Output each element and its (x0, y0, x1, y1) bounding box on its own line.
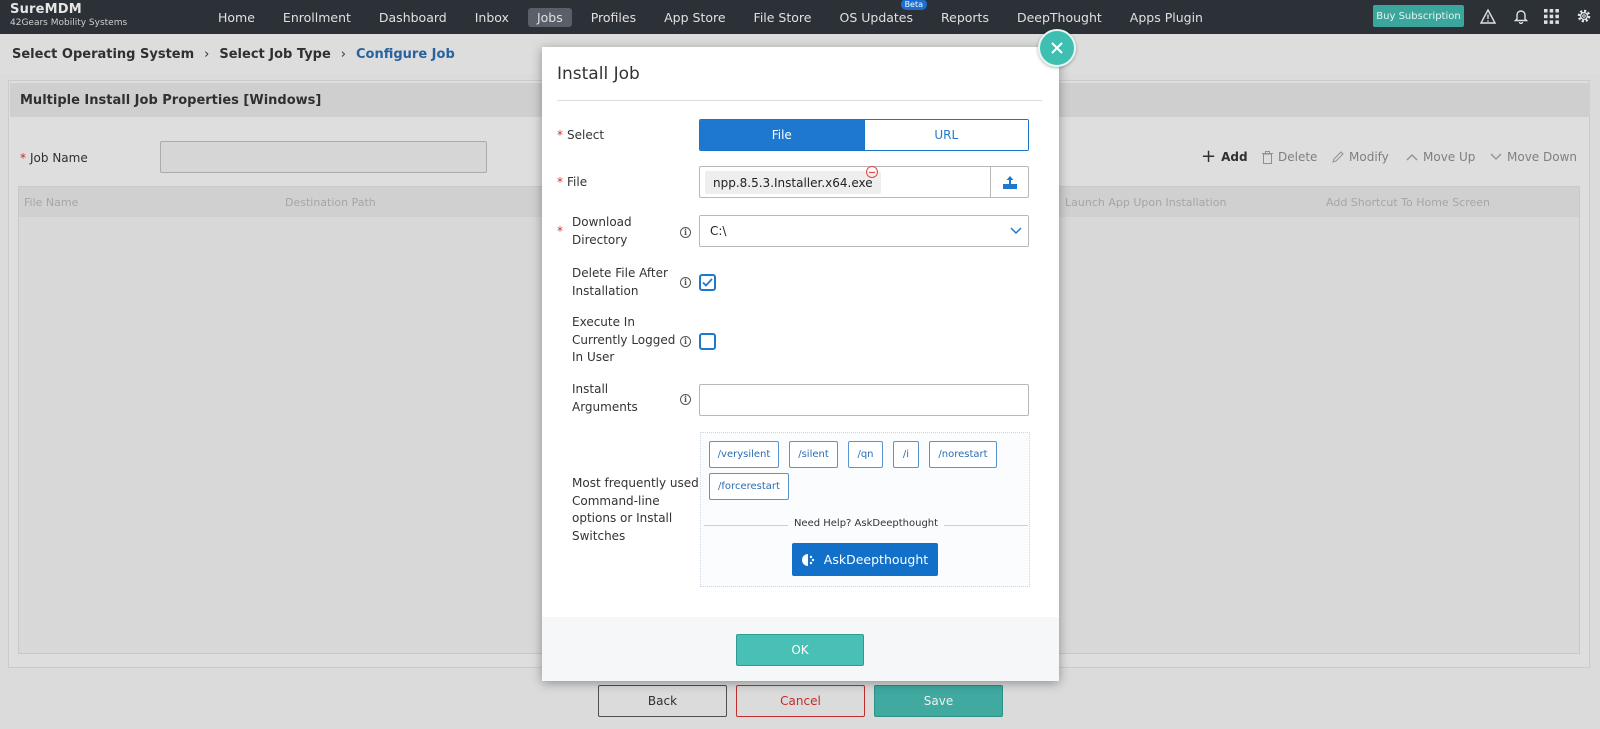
download-directory-label-line1: Download (572, 215, 632, 229)
execute-logged-user-label: Execute In Currently Logged In User (572, 314, 675, 367)
info-icon[interactable]: i (680, 394, 691, 405)
nav-apps-plugin[interactable]: Apps Plugin (1130, 8, 1203, 27)
switch-qn[interactable]: /qn (848, 441, 883, 468)
execute-logged-user-checkbox[interactable] (699, 333, 716, 350)
ask-deepthought-button[interactable]: AskDeepthought (792, 543, 938, 576)
info-icon[interactable]: i (680, 227, 691, 238)
nav-jobs[interactable]: Jobs (527, 7, 572, 27)
main-nav: Home Enrollment Dashboard Inbox Jobs Pro… (218, 0, 1231, 34)
required-marker: * (557, 175, 563, 189)
switch-silent[interactable]: /silent (789, 441, 838, 468)
bell-icon[interactable] (1511, 6, 1531, 26)
install-arguments-label-line1: Install (572, 382, 609, 396)
nav-os-updates[interactable]: OS Updates Beta (839, 0, 928, 27)
beta-badge: Beta (900, 0, 928, 10)
nav-profiles[interactable]: Profiles (591, 8, 636, 27)
help-text-label: Need Help? AskDeepthought (787, 518, 945, 529)
nav-dashboard[interactable]: Dashboard (379, 8, 447, 27)
execute-label-line3: In User (572, 350, 615, 364)
delete-file-label-line2: Installation (572, 283, 639, 298)
url-option-button[interactable]: URL (863, 120, 1028, 150)
delete-file-checkbox[interactable] (699, 274, 716, 291)
switches-label-line2: Command-line (572, 493, 660, 508)
checkmark-icon (702, 278, 713, 287)
install-switches-panel: /verysilent /silent /qn /i /norestart /f… (700, 432, 1030, 587)
warning-icon[interactable] (1478, 6, 1498, 26)
execute-label-line2: Currently Logged (572, 332, 676, 347)
source-type-toggle: File URL (699, 119, 1029, 151)
upload-button[interactable] (990, 167, 1028, 197)
info-icon[interactable]: i (680, 336, 691, 347)
switch-i[interactable]: /i (893, 441, 919, 468)
info-icon[interactable]: i (680, 277, 691, 288)
install-arguments-label-line2: Arguments (572, 399, 638, 414)
install-arguments-label: Install Arguments (572, 381, 638, 416)
download-directory-select[interactable]: C:\ (699, 215, 1029, 247)
help-text: Need Help? AskDeepthought (701, 518, 1031, 529)
nav-enrollment[interactable]: Enrollment (283, 8, 351, 27)
top-navigation-bar: SureMDM 42Gears Mobility Systems Home En… (0, 0, 1600, 34)
file-name: npp.8.5.3.Installer.x64.exe (713, 175, 873, 190)
chevron-down-icon (1004, 216, 1028, 246)
remove-file-icon[interactable] (866, 166, 878, 178)
ask-deepthought-label: AskDeepthought (823, 552, 929, 567)
buy-subscription-button[interactable]: Buy Subscription (1373, 5, 1464, 27)
file-field: npp.8.5.3.Installer.x64.exe (699, 166, 1029, 198)
dialog-title: Install Job (557, 64, 640, 84)
nav-os-updates-label: OS Updates (839, 9, 914, 25)
selected-file-chip: npp.8.5.3.Installer.x64.exe (705, 171, 881, 194)
dialog-footer: OK (542, 617, 1059, 681)
switches-label-line3: options or Install (572, 511, 673, 525)
brand-logo[interactable]: SureMDM 42Gears Mobility Systems (10, 2, 127, 28)
deepthought-icon (801, 553, 814, 566)
delete-file-label: Delete File After Installation (572, 265, 668, 300)
nav-reports[interactable]: Reports (941, 8, 989, 27)
download-directory-label-line2: Directory (572, 232, 628, 247)
apps-grid-icon[interactable] (1541, 6, 1561, 26)
nav-home[interactable]: Home (218, 8, 255, 27)
gear-icon[interactable] (1574, 6, 1594, 26)
brand-name: SureMDM (10, 2, 82, 17)
file-label-text: File (567, 175, 588, 189)
nav-deepthought[interactable]: DeepThought (1017, 8, 1102, 27)
delete-file-label-line1: Delete File After (572, 266, 668, 280)
download-directory-label: * Download Directory (557, 214, 632, 249)
nav-app-store[interactable]: App Store (664, 8, 725, 27)
install-arguments-input[interactable] (699, 384, 1029, 416)
brand-subtitle: 42Gears Mobility Systems (10, 18, 128, 28)
close-dialog-button[interactable] (1038, 29, 1076, 67)
switch-forcerestart[interactable]: /forcerestart (709, 473, 789, 500)
file-label: * File (557, 174, 587, 192)
nav-inbox[interactable]: Inbox (475, 8, 509, 27)
install-job-dialog: Install Job * Select File URL * File npp.8… (542, 47, 1059, 681)
upload-icon (1002, 175, 1017, 189)
nav-file-store[interactable]: File Store (754, 8, 812, 27)
close-icon (1051, 42, 1063, 54)
switches-label: Most frequently used Command-line option… (572, 475, 699, 545)
required-marker: * (557, 224, 563, 238)
ok-button[interactable]: OK (736, 634, 864, 666)
file-option-button[interactable]: File (700, 120, 864, 150)
switches-label-line1: Most frequently used (572, 476, 699, 490)
switches-label-line4: Switches (572, 528, 626, 543)
switch-verysilent[interactable]: /verysilent (709, 441, 779, 468)
select-label: * Select (557, 127, 604, 145)
required-marker: * (557, 128, 563, 142)
execute-label-line1: Execute In (572, 315, 635, 329)
select-label-text: Select (567, 128, 605, 142)
download-directory-value: C:\ (710, 224, 727, 238)
switch-norestart[interactable]: /norestart (929, 441, 997, 468)
dialog-divider (557, 100, 1042, 101)
